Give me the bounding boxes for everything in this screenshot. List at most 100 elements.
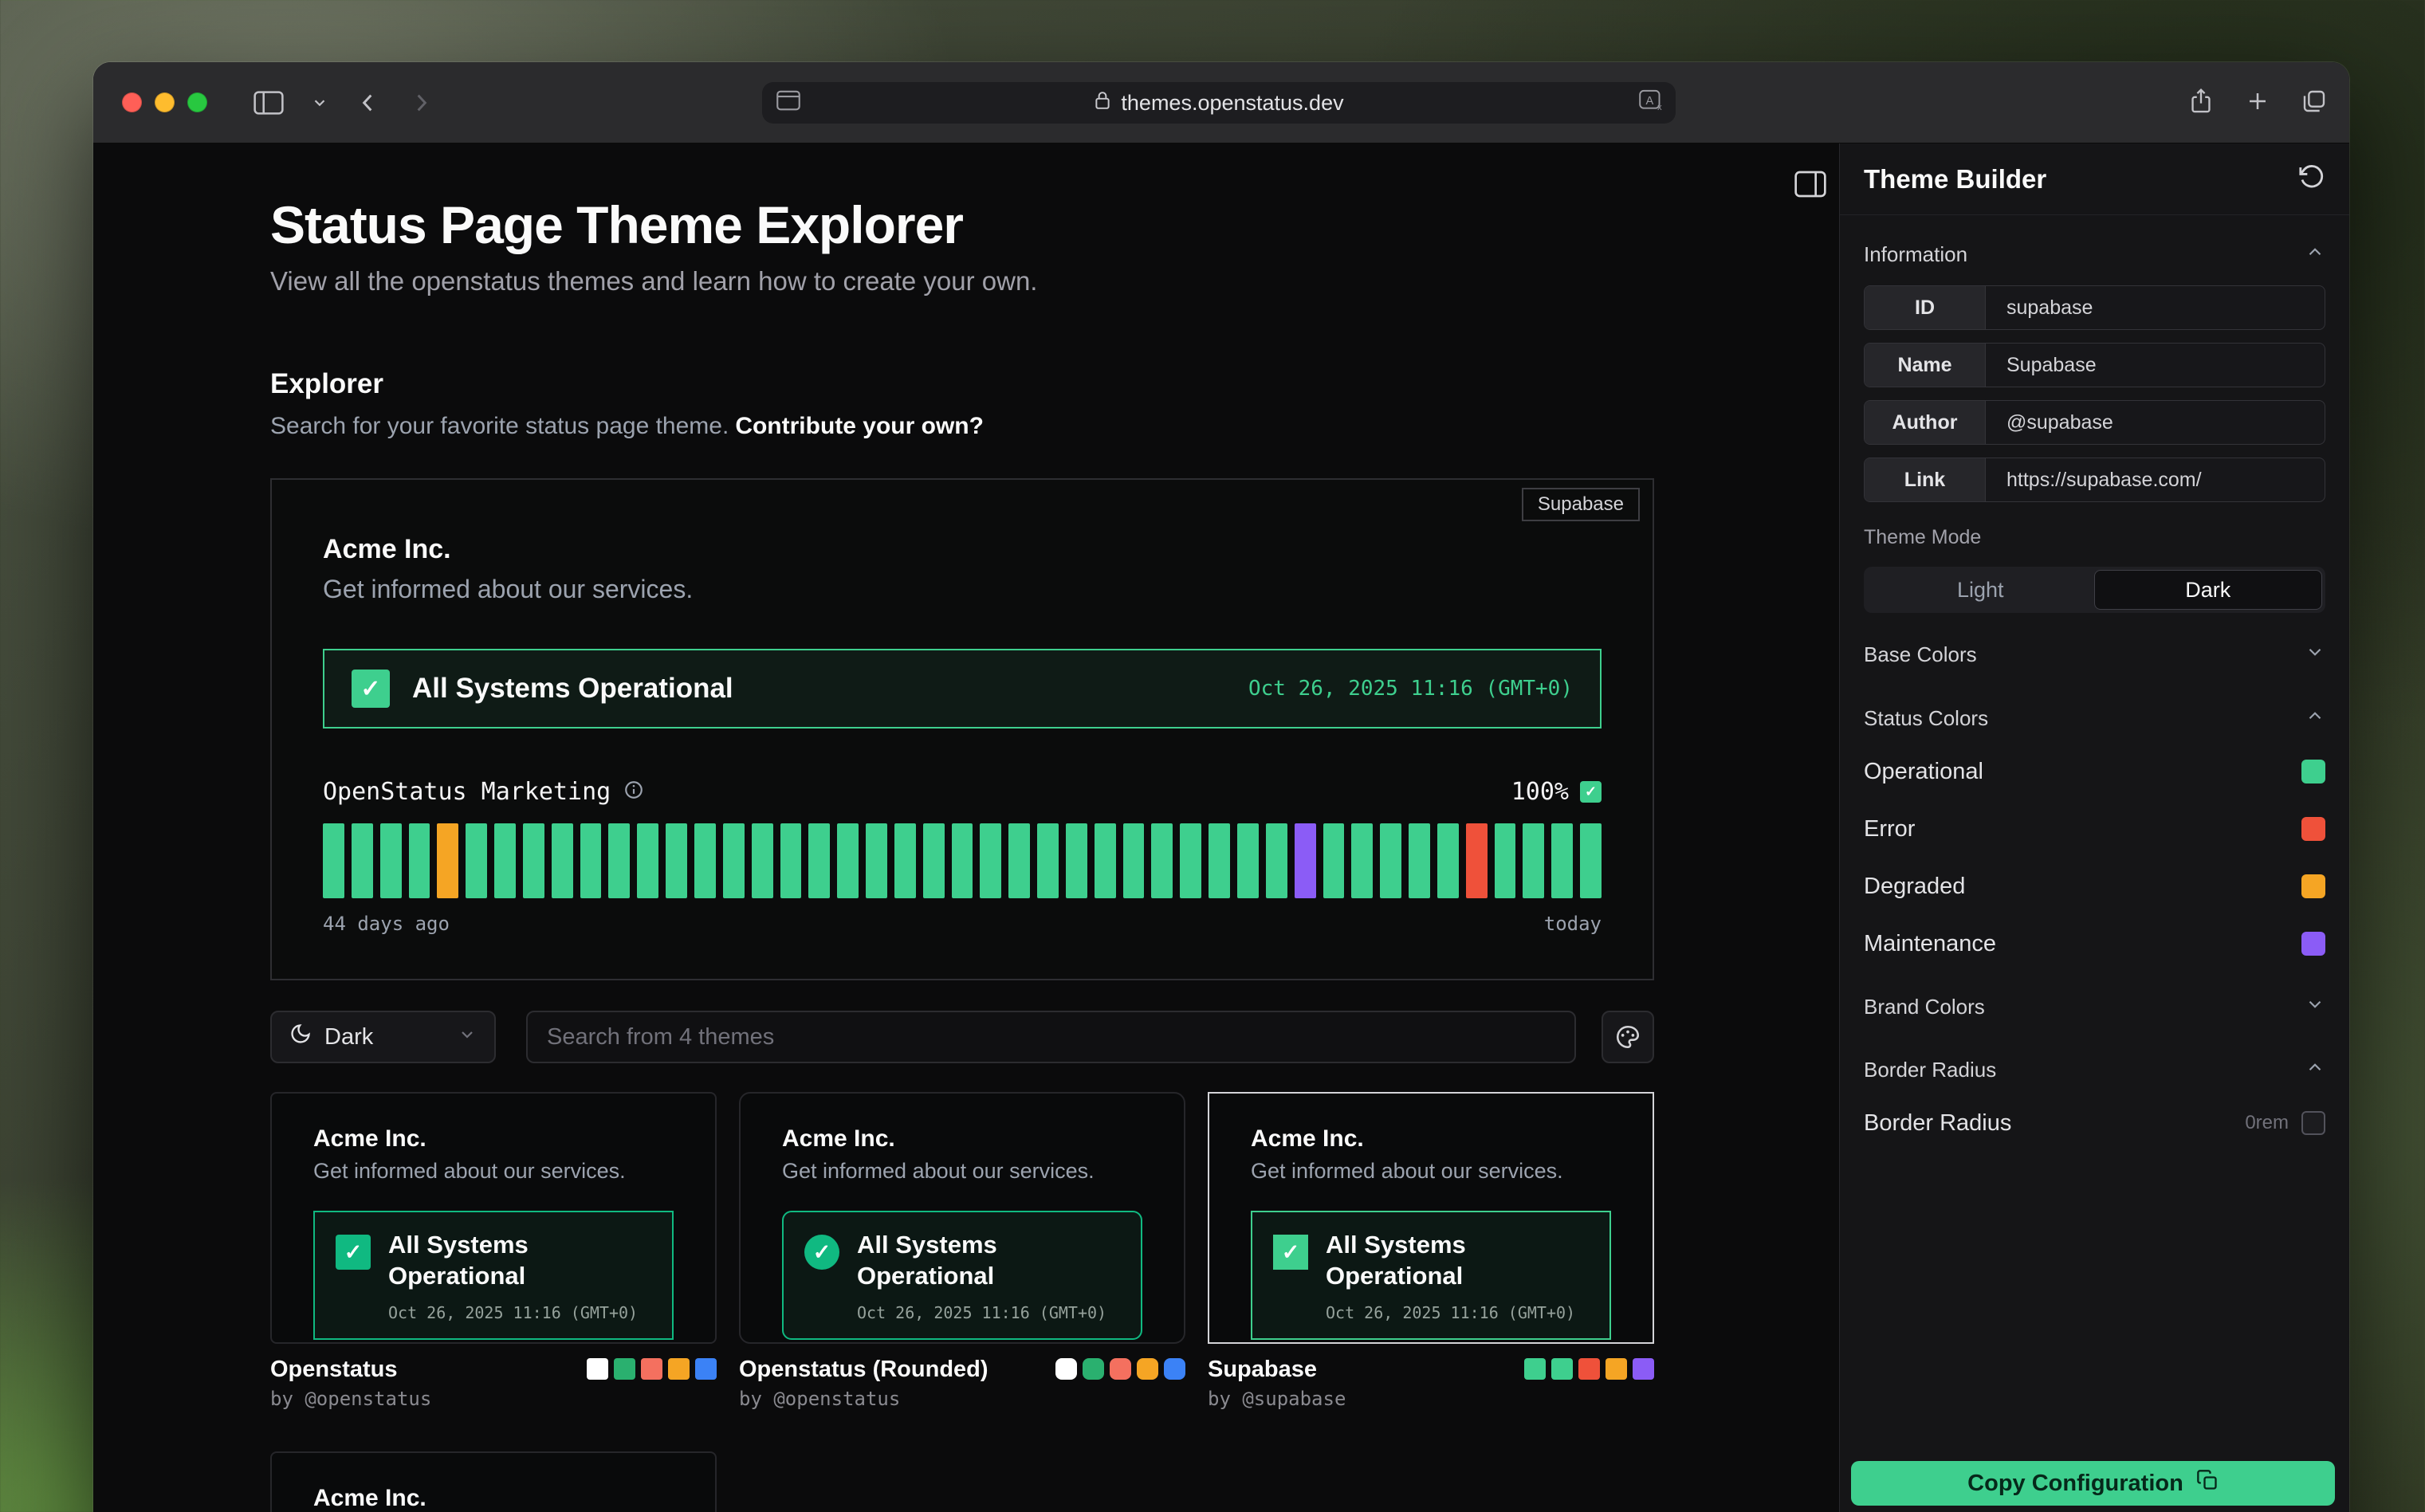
tracker-bar-operational[interactable]	[1037, 823, 1059, 898]
section-brand-colors[interactable]: Brand Colors	[1864, 981, 2325, 1032]
tracker-bar-operational[interactable]	[466, 823, 487, 898]
theme-author: by @openstatus	[270, 1388, 431, 1410]
minimize-button[interactable]	[155, 92, 175, 112]
card-status-banner: ✓ All Systems Operational Oct 26, 2025 1…	[1251, 1211, 1611, 1340]
info-icon[interactable]	[623, 780, 644, 804]
search-input[interactable]	[547, 1024, 1555, 1051]
share-icon[interactable]	[2188, 88, 2214, 119]
tracker-bar-operational[interactable]	[1437, 823, 1459, 898]
section-border-radius[interactable]: Border Radius	[1864, 1044, 2325, 1095]
color-swatch	[1551, 1358, 1573, 1380]
explorer-heading: Explorer	[270, 368, 1654, 400]
tracker-bar-operational[interactable]	[352, 823, 373, 898]
reset-icon[interactable]	[2298, 163, 2325, 194]
field-value[interactable]: Supabase	[1986, 344, 2097, 387]
chevron-down-icon[interactable]	[311, 94, 328, 112]
tracker-bar-operational[interactable]	[523, 823, 544, 898]
tab-overview-icon[interactable]	[2301, 88, 2327, 118]
tracker-bar-operational[interactable]	[1409, 823, 1430, 898]
tracker-bar-error[interactable]	[1466, 823, 1488, 898]
tracker-bar-operational[interactable]	[894, 823, 916, 898]
copy-configuration-button[interactable]: Copy Configuration	[1851, 1461, 2335, 1506]
tracker-bar-operational[interactable]	[1180, 823, 1201, 898]
tracker-bar-operational[interactable]	[1495, 823, 1516, 898]
section-status-colors[interactable]: Status Colors	[1864, 693, 2325, 744]
palette-button[interactable]	[1602, 1011, 1654, 1063]
tracker-bar-operational[interactable]	[1323, 823, 1345, 898]
theme-card-partial[interactable]: Acme Inc. Get informed about our service…	[270, 1451, 717, 1512]
tracker-bar-operational[interactable]	[637, 823, 658, 898]
tracker-bar-operational[interactable]	[608, 823, 630, 898]
card-subtitle: Get informed about our services.	[313, 1159, 674, 1184]
tracker-bar-operational[interactable]	[494, 823, 516, 898]
tracker-bar-operational[interactable]	[780, 823, 802, 898]
tracker-bar-operational[interactable]	[1351, 823, 1373, 898]
tracker-bar-maintenance[interactable]	[1295, 823, 1316, 898]
tracker-bar-operational[interactable]	[1551, 823, 1573, 898]
field-value[interactable]: supabase	[1986, 286, 2093, 329]
tracker-bar-operational[interactable]	[1266, 823, 1287, 898]
tracker-bar-degraded[interactable]	[437, 823, 458, 898]
theme-card-supabase[interactable]: Acme Inc. Get informed about our service…	[1208, 1092, 1654, 1344]
tracker-bar-operational[interactable]	[1580, 823, 1602, 898]
translate-icon[interactable]: Ax	[1639, 88, 1666, 118]
section-base-colors[interactable]: Base Colors	[1864, 629, 2325, 680]
section-information[interactable]: Information	[1864, 231, 2325, 277]
theme-card-openstatus-rounded[interactable]: Acme Inc. Get informed about our service…	[739, 1092, 1185, 1344]
tracker-bar-operational[interactable]	[952, 823, 973, 898]
tracker-bar-operational[interactable]	[1380, 823, 1401, 898]
color-picker-swatch[interactable]	[2301, 874, 2325, 898]
theme-card-openstatus[interactable]: Acme Inc. Get informed about our service…	[270, 1092, 717, 1344]
color-picker-swatch[interactable]	[2301, 817, 2325, 841]
address-bar[interactable]: themes.openstatus.dev Ax	[762, 82, 1676, 124]
tracker-bar-operational[interactable]	[1151, 823, 1173, 898]
tracker-bar-operational[interactable]	[1523, 823, 1544, 898]
svg-text:x: x	[1657, 103, 1662, 112]
tracker-bar-operational[interactable]	[1209, 823, 1230, 898]
tracker-bar-operational[interactable]	[409, 823, 430, 898]
close-button[interactable]	[122, 92, 142, 112]
tracker-bar-operational[interactable]	[1095, 823, 1116, 898]
status-color-maintenance: Maintenance	[1864, 916, 2325, 972]
theme-mode-light[interactable]: Light	[1867, 570, 2094, 610]
theme-name: Openstatus (Rounded)	[739, 1357, 988, 1383]
contribute-link[interactable]: Contribute your own?	[735, 413, 984, 439]
forward-icon[interactable]	[408, 90, 434, 116]
tracker-bar-operational[interactable]	[1237, 823, 1259, 898]
url-text[interactable]: themes.openstatus.dev	[1121, 91, 1343, 116]
field-value[interactable]: https://supabase.com/	[1986, 458, 2202, 501]
color-picker-swatch[interactable]	[2301, 932, 2325, 956]
card-status-banner: ✓ All Systems Operational Oct 26, 2025 1…	[782, 1211, 1142, 1340]
window-controls	[122, 92, 207, 112]
new-tab-icon[interactable]	[2246, 89, 2270, 117]
tracker-bar-operational[interactable]	[694, 823, 716, 898]
tracker-bar-operational[interactable]	[923, 823, 945, 898]
status-color-operational: Operational	[1864, 744, 2325, 799]
border-radius-swatch[interactable]	[2301, 1111, 2325, 1135]
tracker-bar-operational[interactable]	[1008, 823, 1030, 898]
tracker-bar-operational[interactable]	[752, 823, 773, 898]
tracker-bar-operational[interactable]	[723, 823, 745, 898]
tracker-bar-operational[interactable]	[808, 823, 830, 898]
theme-mode-dropdown[interactable]: Dark	[270, 1011, 496, 1063]
page-settings-icon[interactable]	[776, 90, 800, 116]
tracker-bar-operational[interactable]	[323, 823, 344, 898]
tracker-bar-operational[interactable]	[580, 823, 602, 898]
zoom-button[interactable]	[187, 92, 207, 112]
back-icon[interactable]	[356, 90, 381, 116]
tracker-bar-operational[interactable]	[980, 823, 1001, 898]
tracker-bar-operational[interactable]	[866, 823, 887, 898]
tracker-bar-operational[interactable]	[1123, 823, 1145, 898]
tracker-bar-operational[interactable]	[1066, 823, 1087, 898]
sidebar-toggle-icon[interactable]	[254, 91, 284, 115]
color-picker-swatch[interactable]	[2301, 760, 2325, 783]
theme-mode-dark[interactable]: Dark	[2094, 570, 2323, 610]
field-value[interactable]: @supabase	[1986, 401, 2113, 444]
color-swatch	[1110, 1358, 1131, 1380]
tracker-bar-operational[interactable]	[666, 823, 687, 898]
tracker-bar-operational[interactable]	[837, 823, 859, 898]
tracker-bar-operational[interactable]	[552, 823, 573, 898]
tracker-bar-operational[interactable]	[380, 823, 402, 898]
panel-right-toggle-icon[interactable]	[1794, 171, 1826, 202]
card-status-timestamp: Oct 26, 2025 11:16 (GMT+0)	[388, 1303, 651, 1322]
